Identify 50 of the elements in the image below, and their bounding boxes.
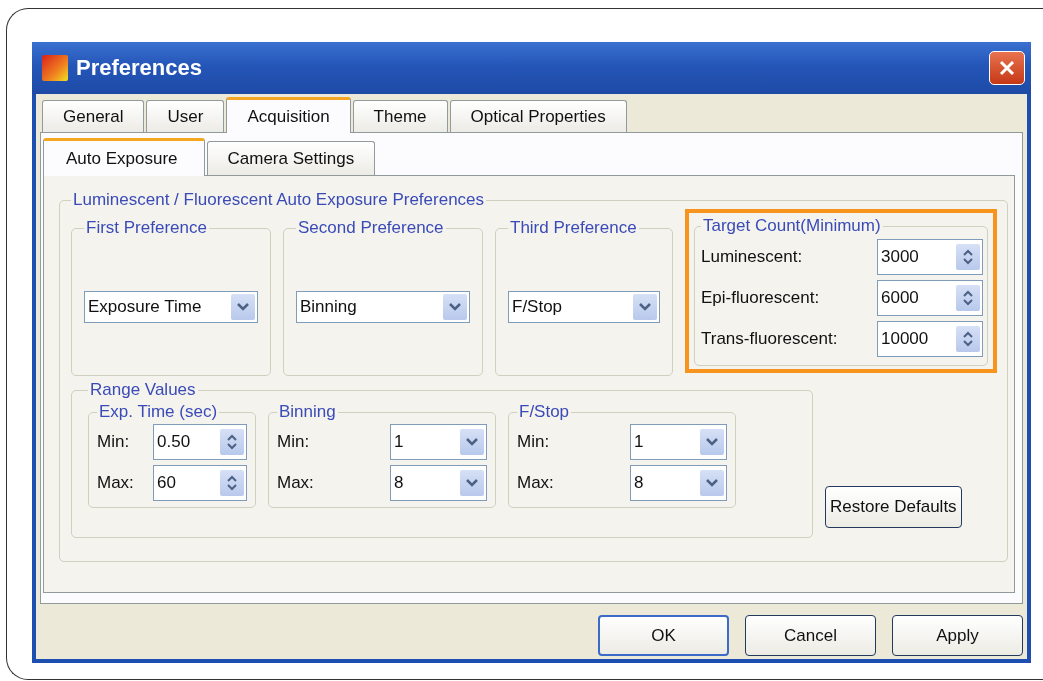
spinner-field[interactable]: 3000 bbox=[877, 238, 983, 275]
group-title: Target Count(Minimum) bbox=[702, 216, 882, 236]
spinner-arrows-icon[interactable] bbox=[220, 469, 244, 496]
spinner-arrows-icon[interactable] bbox=[956, 325, 980, 352]
tab[interactable]: Auto Exposure bbox=[43, 138, 205, 176]
field-label: Epi-fluorescent: bbox=[701, 287, 820, 308]
group-title: Third Preference bbox=[509, 218, 638, 238]
dialog-button[interactable]: Cancel bbox=[745, 615, 876, 656]
field-label: Trans-fluorescent: bbox=[701, 328, 838, 349]
tab[interactable]: Theme bbox=[352, 100, 448, 132]
close-button[interactable] bbox=[989, 51, 1025, 85]
app-icon bbox=[42, 55, 68, 81]
field-label: Max: bbox=[517, 472, 554, 493]
tab[interactable]: Acquisition bbox=[226, 97, 351, 133]
spinner-arrows-icon[interactable] bbox=[956, 284, 980, 311]
dialog-button[interactable]: Apply bbox=[892, 615, 1023, 656]
field-label: Luminescent: bbox=[701, 246, 803, 267]
dropdown[interactable]: F/Stop bbox=[508, 290, 660, 323]
dropdown[interactable]: 1 bbox=[630, 424, 727, 461]
restore-defaults-button[interactable]: Restore Defaults bbox=[825, 486, 962, 528]
field-label: Min: bbox=[277, 432, 310, 453]
field-label: Max: bbox=[277, 472, 314, 493]
dialog-button[interactable]: OK bbox=[598, 615, 729, 656]
close-icon bbox=[998, 59, 1016, 77]
spinner-arrows-icon[interactable] bbox=[956, 243, 980, 270]
tab[interactable]: User bbox=[146, 100, 225, 132]
dropdown[interactable]: Binning bbox=[296, 290, 470, 323]
spinner-field[interactable]: 6000 bbox=[877, 279, 983, 316]
group-title: F/Stop bbox=[518, 402, 571, 422]
tab[interactable]: General bbox=[42, 100, 145, 132]
spinner-field[interactable]: 10000 bbox=[877, 320, 983, 357]
field-label: Min: bbox=[97, 432, 130, 453]
dropdown[interactable]: 1 bbox=[390, 424, 487, 461]
tab[interactable]: Optical Properties bbox=[449, 100, 627, 132]
group-title: Second Preference bbox=[297, 218, 445, 238]
spinner-field[interactable]: 0.50 bbox=[153, 424, 247, 461]
dropdown[interactable]: 8 bbox=[390, 464, 487, 501]
dropdown[interactable]: Exposure Time bbox=[84, 290, 258, 323]
field-label: Min: bbox=[517, 432, 550, 453]
group-title: First Preference bbox=[85, 218, 208, 238]
spinner-field[interactable]: 60 bbox=[153, 464, 247, 501]
group-title: Exp. Time (sec) bbox=[98, 402, 219, 422]
window-title: Preferences bbox=[76, 55, 203, 81]
group-title: Luminescent / Fluorescent Auto Exposure Preferences bbox=[72, 190, 486, 210]
dropdown[interactable]: 8 bbox=[630, 464, 727, 501]
group-title: Range Values bbox=[89, 380, 197, 400]
tab[interactable]: Camera Settings bbox=[206, 141, 376, 175]
group-title: Binning bbox=[278, 402, 337, 422]
spinner-arrows-icon[interactable] bbox=[220, 429, 244, 456]
field-label: Max: bbox=[97, 472, 134, 493]
